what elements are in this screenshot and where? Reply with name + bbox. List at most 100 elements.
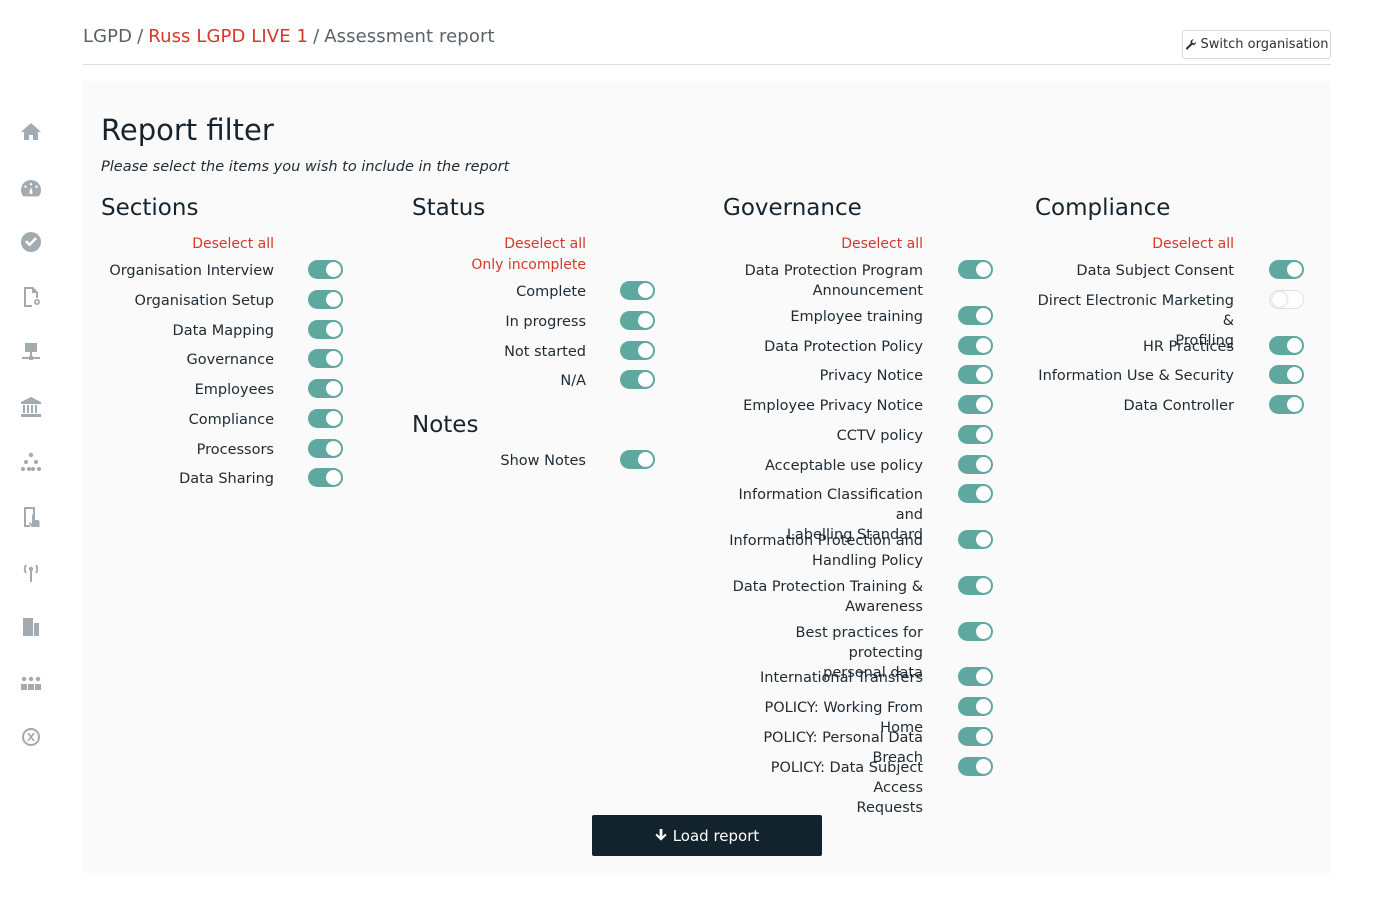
home-icon[interactable] [18,119,44,145]
status-item-toggle[interactable] [620,281,655,300]
sections-item-label: Data Sharing [179,471,274,487]
status-only-incomplete[interactable]: Only incomplete [471,257,586,273]
sections-title: Sections [101,195,199,221]
compliance-item-label: Data Controller [1123,398,1234,414]
sections-item-toggle[interactable] [308,379,343,398]
status-title: Status [412,195,486,221]
breadcrumb-current: Assessment report [324,26,495,47]
breadcrumb: LGPD / Russ LGPD LIVE 1/Assessment report [83,26,495,47]
status-item-label: Not started [504,344,586,360]
breadcrumb-separator: / [137,26,144,47]
check-circle-icon[interactable] [18,229,44,255]
governance-item-label: Acceptable use policy [764,458,923,474]
sections-item-toggle[interactable] [308,468,343,487]
status-item-label: In progress [505,314,586,330]
governance-item-label: Employee Privacy Notice [743,398,923,414]
report-filter-panel: Report filter Please select the items yo… [83,81,1331,873]
governance-item-toggle[interactable] [958,576,993,595]
sections-item-label: Compliance [188,412,274,428]
org-chart-icon[interactable] [18,450,44,476]
page-title: Report filter [101,113,274,147]
governance-item-label: International Transfers [759,670,923,686]
governance-item-toggle[interactable] [958,727,993,746]
notes-title: Notes [412,412,479,438]
governance-item-toggle[interactable] [958,395,993,414]
governance-item-toggle[interactable] [958,530,993,549]
governance-item-toggle[interactable] [958,622,993,641]
compliance-item-label: HR Practices [1142,339,1234,355]
governance-item-label: Data Protection Training & Awareness [732,579,923,615]
bank-icon[interactable] [18,394,44,420]
arrow-down-icon [655,829,667,841]
governance-item-toggle[interactable] [958,306,993,325]
show-notes-toggle[interactable] [620,450,655,469]
governance-item-label: Employee training [790,309,923,325]
governance-item-toggle[interactable] [958,425,993,444]
governance-item-toggle[interactable] [958,697,993,716]
network-icon[interactable] [18,339,44,365]
governance-item-label: Privacy Notice [819,368,923,384]
building-icon[interactable] [18,614,44,640]
governance-item-label: Data Protection Program Announcement [744,263,923,299]
governance-item-toggle[interactable] [958,757,993,776]
sections-item-toggle[interactable] [308,349,343,368]
compliance-item-toggle[interactable] [1269,395,1304,414]
sections-item-toggle[interactable] [308,290,343,309]
breadcrumb-root[interactable]: LGPD [83,26,132,47]
governance-item-toggle[interactable] [958,260,993,279]
governance-item-toggle[interactable] [958,484,993,503]
sections-item-toggle[interactable] [308,260,343,279]
status-item-toggle[interactable] [620,311,655,330]
status-item-toggle[interactable] [620,341,655,360]
governance-item-label: POLICY: Data Subject Access Requests [770,760,923,816]
governance-item-toggle[interactable] [958,455,993,474]
status-item-label: Complete [516,284,586,300]
sections-item-label: Processors [196,442,274,458]
compliance-item-toggle[interactable] [1269,290,1304,309]
compliance-item-label: Data Subject Consent [1076,263,1234,279]
sections-item-label: Data Mapping [172,323,274,339]
load-report-button[interactable]: Load report [592,815,822,856]
sidebar [0,0,62,922]
switch-organisation-button[interactable]: Switch organisation [1182,30,1331,59]
load-report-label: Load report [672,826,760,845]
sections-item-toggle[interactable] [308,439,343,458]
shuffle-icon[interactable] [18,724,44,750]
header-divider [83,64,1331,65]
compliance-item-label: Information Use & Security [1038,368,1234,384]
governance-item-label: CCTV policy [836,428,923,444]
touch-document-icon[interactable] [18,504,44,530]
compliance-item-toggle[interactable] [1269,260,1304,279]
compliance-deselect-all[interactable]: Deselect all [1152,236,1234,252]
governance-item-toggle[interactable] [958,667,993,686]
page-subtitle: Please select the items you wish to incl… [101,159,510,175]
sections-item-toggle[interactable] [308,409,343,428]
compliance-item-toggle[interactable] [1269,336,1304,355]
sections-deselect-all[interactable]: Deselect all [192,236,274,252]
governance-item-toggle[interactable] [958,336,993,355]
wrench-icon [1185,38,1196,50]
breadcrumb-separator: / [313,26,320,47]
governance-deselect-all[interactable]: Deselect all [841,236,923,252]
broadcast-icon[interactable] [18,559,44,585]
team-icon[interactable] [18,669,44,695]
switch-organisation-label: Switch organisation [1200,37,1329,52]
status-deselect-all[interactable]: Deselect all [504,236,586,252]
sections-item-label: Organisation Setup [134,293,274,309]
governance-title: Governance [723,195,862,221]
breadcrumb-org[interactable]: Russ LGPD LIVE 1 [148,26,308,47]
sections-item-toggle[interactable] [308,320,343,339]
sections-item-label: Employees [194,382,274,398]
document-settings-icon[interactable] [18,284,44,310]
notes-item-label: Show Notes [500,453,586,469]
sections-item-label: Governance [186,352,274,368]
dashboard-icon[interactable] [18,175,44,201]
governance-item-label: Data Protection Policy [764,339,923,355]
status-item-toggle[interactable] [620,370,655,389]
status-item-label: N/A [560,373,586,389]
compliance-title: Compliance [1035,195,1171,221]
compliance-item-toggle[interactable] [1269,365,1304,384]
governance-item-toggle[interactable] [958,365,993,384]
sections-item-label: Organisation Interview [109,263,274,279]
governance-item-label: Information Protection and Handling Polic… [729,533,923,569]
